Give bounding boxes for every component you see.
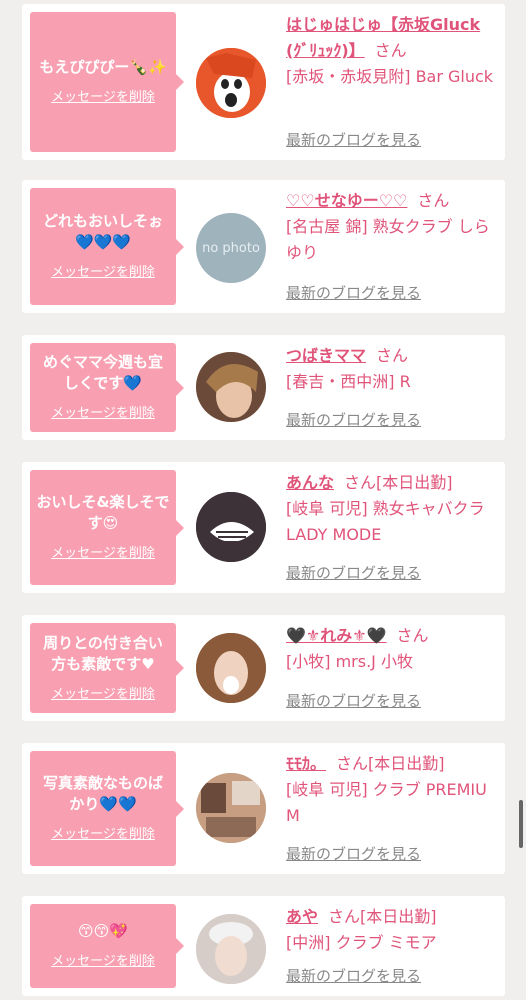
message-bubble: 周りとの付き合い方も素敵です♥ メッセージを削除 bbox=[30, 623, 184, 713]
avatar[interactable] bbox=[196, 914, 266, 984]
avatar[interactable]: no photo bbox=[196, 213, 266, 283]
message-bubble: 😙😙💖 メッセージを削除 bbox=[30, 904, 184, 988]
delete-message-link[interactable]: メッセージを削除 bbox=[51, 683, 155, 702]
latest-blog-link[interactable]: 最新のブログを見る bbox=[286, 409, 421, 430]
delete-message-link[interactable]: メッセージを削除 bbox=[51, 823, 155, 842]
portrait-photo-icon bbox=[196, 633, 266, 703]
avatar[interactable] bbox=[196, 492, 266, 562]
no-photo-text: no photo bbox=[202, 240, 260, 256]
user-info: あんな さん[本日出勤] [岐阜 可児] 熟女キャバクラ LADY MODE bbox=[286, 470, 496, 548]
user-info: はじゅはじゅ【赤坂Gluck(ｸﾞﾘｭｯｸ)】 さん [赤坂・赤坂見附] Bar … bbox=[286, 12, 496, 90]
message-text: 😙😙💖 bbox=[78, 922, 128, 940]
message-bubble: もえぴぴぴー🍾✨ メッセージを削除 bbox=[30, 12, 184, 152]
follower-card: 写真素敵なものばかり💙💙 メッセージを削除 ﾓﾓｶ。 さん[本日出勤] [岐阜 可… bbox=[22, 743, 505, 874]
shop-text: [中洲] クラブ ミモア bbox=[286, 933, 437, 952]
san-label: さん bbox=[396, 626, 429, 645]
shop-text: [小牧] mrs.J 小牧 bbox=[286, 652, 413, 671]
follower-card: どれもおいしそぉ💙💙💙 メッセージを削除 no photo ♡♡せなゆー♡♡ さん… bbox=[22, 180, 505, 313]
message-bubble: どれもおいしそぉ💙💙💙 メッセージを削除 bbox=[30, 188, 184, 305]
latest-blog-link[interactable]: 最新のブログを見る bbox=[286, 843, 421, 864]
cartoon-face-icon bbox=[196, 48, 266, 118]
latest-blog-link[interactable]: 最新のブログを見る bbox=[286, 562, 421, 583]
message-bubble: めぐママ今週も宜しくです💙 メッセージを削除 bbox=[30, 343, 184, 432]
shop-text: [岐阜 可児] クラブ PREMIUM bbox=[286, 780, 487, 825]
shop-text: [名古屋 錦] 熟女クラブ しらゆり bbox=[286, 217, 490, 262]
san-label: さん bbox=[344, 473, 377, 492]
message-bubble: 写真素敵なものばかり💙💙 メッセージを削除 bbox=[30, 751, 184, 866]
user-info: ♡♡せなゆー♡♡ さん [名古屋 錦] 熟女クラブ しらゆり bbox=[286, 188, 496, 266]
portrait-photo-icon bbox=[196, 914, 266, 984]
latest-blog-link[interactable]: 最新のブログを見る bbox=[286, 129, 421, 150]
follower-card: おいしそ&楽しそです😍 メッセージを削除 あんな さん[本日出勤] [岐阜 可児]… bbox=[22, 462, 505, 593]
user-info: 🖤⚜れみ⚜🖤 さん [小牧] mrs.J 小牧 bbox=[286, 623, 496, 675]
follower-card: 周りとの付き合い方も素敵です♥ メッセージを削除 🖤⚜れみ⚜🖤 さん [小牧] m… bbox=[22, 615, 505, 721]
avatar[interactable] bbox=[196, 48, 266, 118]
shop-text: [春吉・西中洲] R bbox=[286, 372, 411, 391]
message-bubble: おいしそ&楽しそです😍 メッセージを削除 bbox=[30, 470, 184, 585]
user-name-link[interactable]: ♡♡せなゆー♡♡ bbox=[286, 191, 407, 210]
avatar[interactable] bbox=[196, 352, 266, 422]
status-badge: [本日出勤] bbox=[376, 473, 453, 492]
delete-message-link[interactable]: メッセージを削除 bbox=[51, 950, 155, 969]
message-text: もえぴぴぴー🍾✨ bbox=[39, 58, 167, 76]
message-text: おいしそ&楽しそです😍 bbox=[36, 493, 170, 532]
user-name-link[interactable]: ﾓﾓｶ。 bbox=[286, 754, 326, 773]
message-text: どれもおいしそぉ💙💙💙 bbox=[42, 212, 163, 251]
user-name-link[interactable]: 🖤⚜れみ⚜🖤 bbox=[286, 626, 387, 645]
shop-text: [赤坂・赤坂見附] Bar Gluck bbox=[286, 67, 494, 86]
latest-blog-link[interactable]: 最新のブログを見る bbox=[286, 282, 421, 303]
delete-message-link[interactable]: メッセージを削除 bbox=[51, 402, 155, 421]
message-text: めぐママ今週も宜しくです💙 bbox=[42, 353, 163, 392]
follower-card: めぐママ今週も宜しくです💙 メッセージを削除 つばきママ さん [春吉・西中洲] … bbox=[22, 335, 505, 440]
san-label: さん bbox=[417, 191, 450, 210]
latest-blog-link[interactable]: 最新のブログを見る bbox=[286, 690, 421, 711]
avatar[interactable] bbox=[196, 633, 266, 703]
delete-message-link[interactable]: メッセージを削除 bbox=[51, 86, 155, 105]
scrollbar[interactable] bbox=[519, 800, 523, 848]
follower-card: もえぴぴぴー🍾✨ メッセージを削除 はじゅはじゅ【赤坂Gluck(ｸﾞﾘｭｯｸ)… bbox=[22, 4, 505, 160]
shop-text: [岐阜 可児] 熟女キャバクラ LADY MODE bbox=[286, 499, 485, 544]
san-label: さん bbox=[336, 754, 369, 773]
san-label: さん bbox=[328, 907, 361, 926]
latest-blog-link[interactable]: 最新のブログを見る bbox=[286, 965, 421, 986]
message-text: 周りとの付き合い方も素敵です♥ bbox=[43, 633, 163, 673]
san-label: さん bbox=[376, 346, 409, 365]
user-name-link[interactable]: つばきママ bbox=[286, 346, 366, 365]
user-info: ﾓﾓｶ。 さん[本日出勤] [岐阜 可児] クラブ PREMIUM bbox=[286, 751, 496, 829]
message-text: 写真素敵なものばかり💙💙 bbox=[42, 774, 163, 813]
lips-logo-icon bbox=[196, 492, 266, 562]
user-info: つばきママ さん [春吉・西中洲] R bbox=[286, 343, 496, 395]
status-badge: [本日出勤] bbox=[360, 907, 437, 926]
portrait-photo-icon bbox=[196, 352, 266, 422]
user-name-link[interactable]: あんな bbox=[286, 473, 334, 492]
user-info: あや さん[本日出勤] [中洲] クラブ ミモア bbox=[286, 904, 496, 956]
delete-message-link[interactable]: メッセージを削除 bbox=[51, 261, 155, 280]
collage-photo-icon bbox=[196, 773, 266, 843]
follower-card: 😙😙💖 メッセージを削除 あや さん[本日出勤] [中洲] クラブ ミモア 最新の… bbox=[22, 896, 505, 996]
delete-message-link[interactable]: メッセージを削除 bbox=[51, 542, 155, 561]
status-badge: [本日出勤] bbox=[368, 754, 445, 773]
avatar[interactable] bbox=[196, 773, 266, 843]
san-label: さん bbox=[374, 41, 407, 60]
user-name-link[interactable]: あや bbox=[286, 907, 318, 926]
